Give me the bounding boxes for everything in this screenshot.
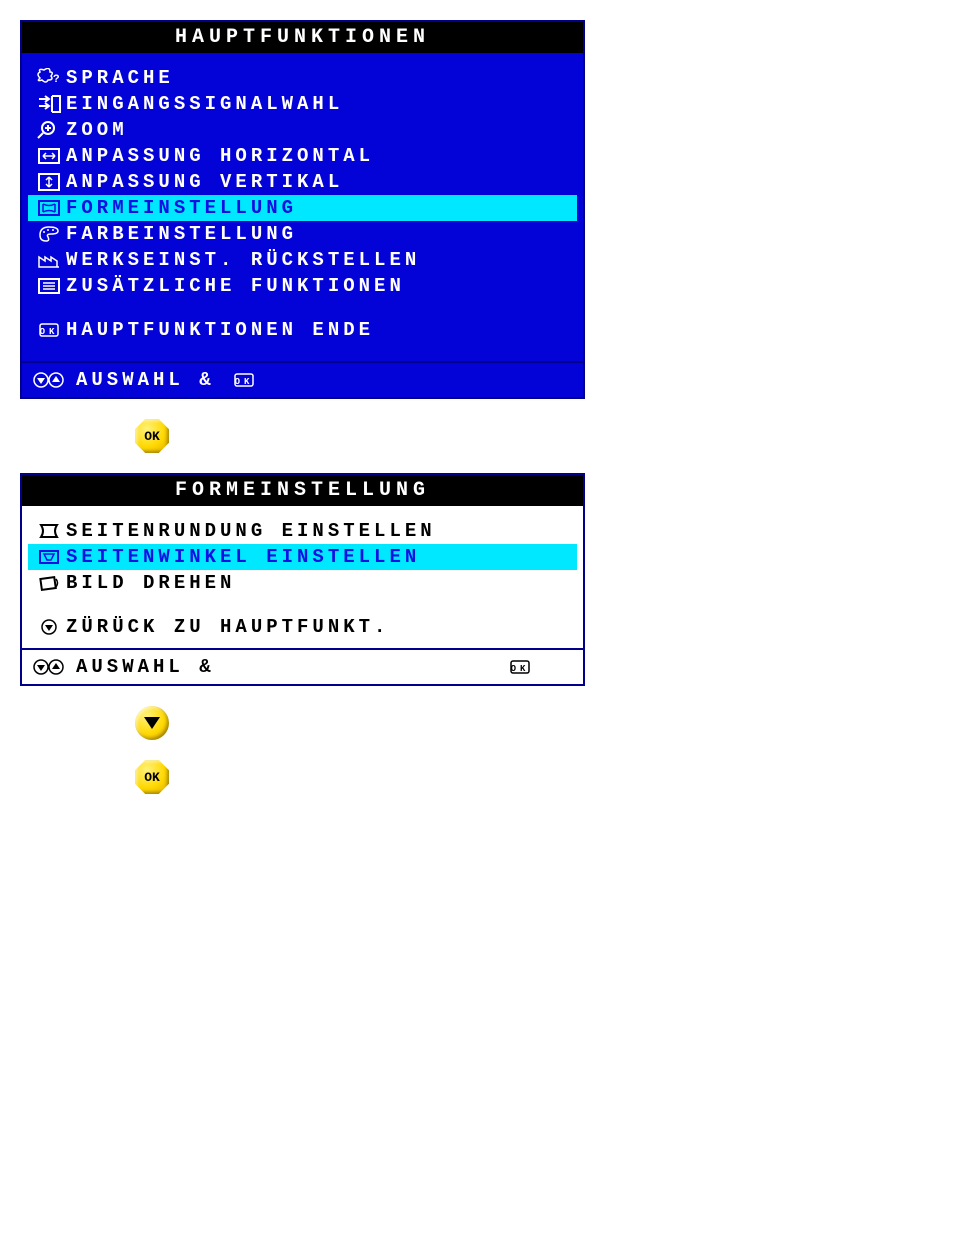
zoom-icon [32,120,66,140]
main-menu-body: ? SPRACHE EINGANGSSIGNALWAHL ZOOM ANPASS… [22,53,583,361]
svg-text:?: ? [53,74,62,86]
sub-item-winkel[interactable]: SEITENWINKEL EINSTELLEN [28,544,577,570]
sub-item-rundung[interactable]: SEITENRUNDUNG EINSTELLEN [28,518,577,544]
horizontal-icon [32,146,66,166]
factory-icon [32,250,66,270]
ok-icon: OK [32,320,66,340]
menu-item-hor[interactable]: ANPASSUNG HORIZONTAL [28,143,577,169]
menu-item-werk[interactable]: WERKSEINST. RÜCKSTELLEN [28,247,577,273]
ok-button[interactable]: OK [135,419,169,453]
updown-icon [32,657,66,677]
rotate-icon [32,573,66,593]
input-icon [32,94,66,114]
sub-menu-footer: AUSWAHL & OK [22,648,583,684]
ok-button-2[interactable]: OK [135,760,169,794]
menu-item-exit[interactable]: OK HAUPTFUNKTIONEN ENDE [28,317,577,343]
menu-item-farb[interactable]: FARBEINSTELLUNG [28,221,577,247]
sub-menu-title: FORMEINSTELLUNG [22,475,583,506]
menu-item-form[interactable]: FORMEINSTELLUNG [28,195,577,221]
sub-item-drehen[interactable]: BILD DREHEN [28,570,577,596]
svg-text:OK: OK [40,327,59,337]
menu-item-extra[interactable]: ZUSÄTZLICHE FUNKTIONEN [28,273,577,299]
ok-label: OK [144,770,160,785]
menu-item-eingang[interactable]: EINGANGSSIGNALWAHL [28,91,577,117]
vertical-icon [32,172,66,192]
sub-menu: FORMEINSTELLUNG SEITENRUNDUNG EINSTELLEN… [20,473,585,686]
geometry-icon [32,198,66,218]
ok-icon: OK [507,657,533,677]
ok-icon: OK [231,370,257,390]
ok-label: OK [144,429,160,444]
menu-item-ver[interactable]: ANPASSUNG VERTIKAL [28,169,577,195]
sub-item-back[interactable]: ZÜRÜCK ZU HAUPTFUNKT. [28,614,577,640]
pincushion-icon [32,521,66,541]
sub-menu-body: SEITENRUNDUNG EINSTELLEN SEITENWINKEL EI… [22,506,583,648]
extra-icon [32,276,66,296]
language-icon: ? [32,68,66,88]
svg-text:OK: OK [511,664,530,674]
main-menu: HAUPTFUNKTIONEN ? SPRACHE EINGANGSSIGNAL… [20,20,585,399]
palette-icon [32,224,66,244]
down-icon [32,617,66,637]
updown-icon [32,370,66,390]
main-menu-footer: AUSWAHL & OK [22,361,583,397]
down-triangle-icon [144,717,160,729]
svg-text:OK: OK [234,377,253,387]
menu-item-zoom[interactable]: ZOOM [28,117,577,143]
trapezoid-icon [32,547,66,567]
main-menu-title: HAUPTFUNKTIONEN [22,22,583,53]
menu-item-sprache[interactable]: ? SPRACHE [28,65,577,91]
down-button[interactable] [135,706,169,740]
